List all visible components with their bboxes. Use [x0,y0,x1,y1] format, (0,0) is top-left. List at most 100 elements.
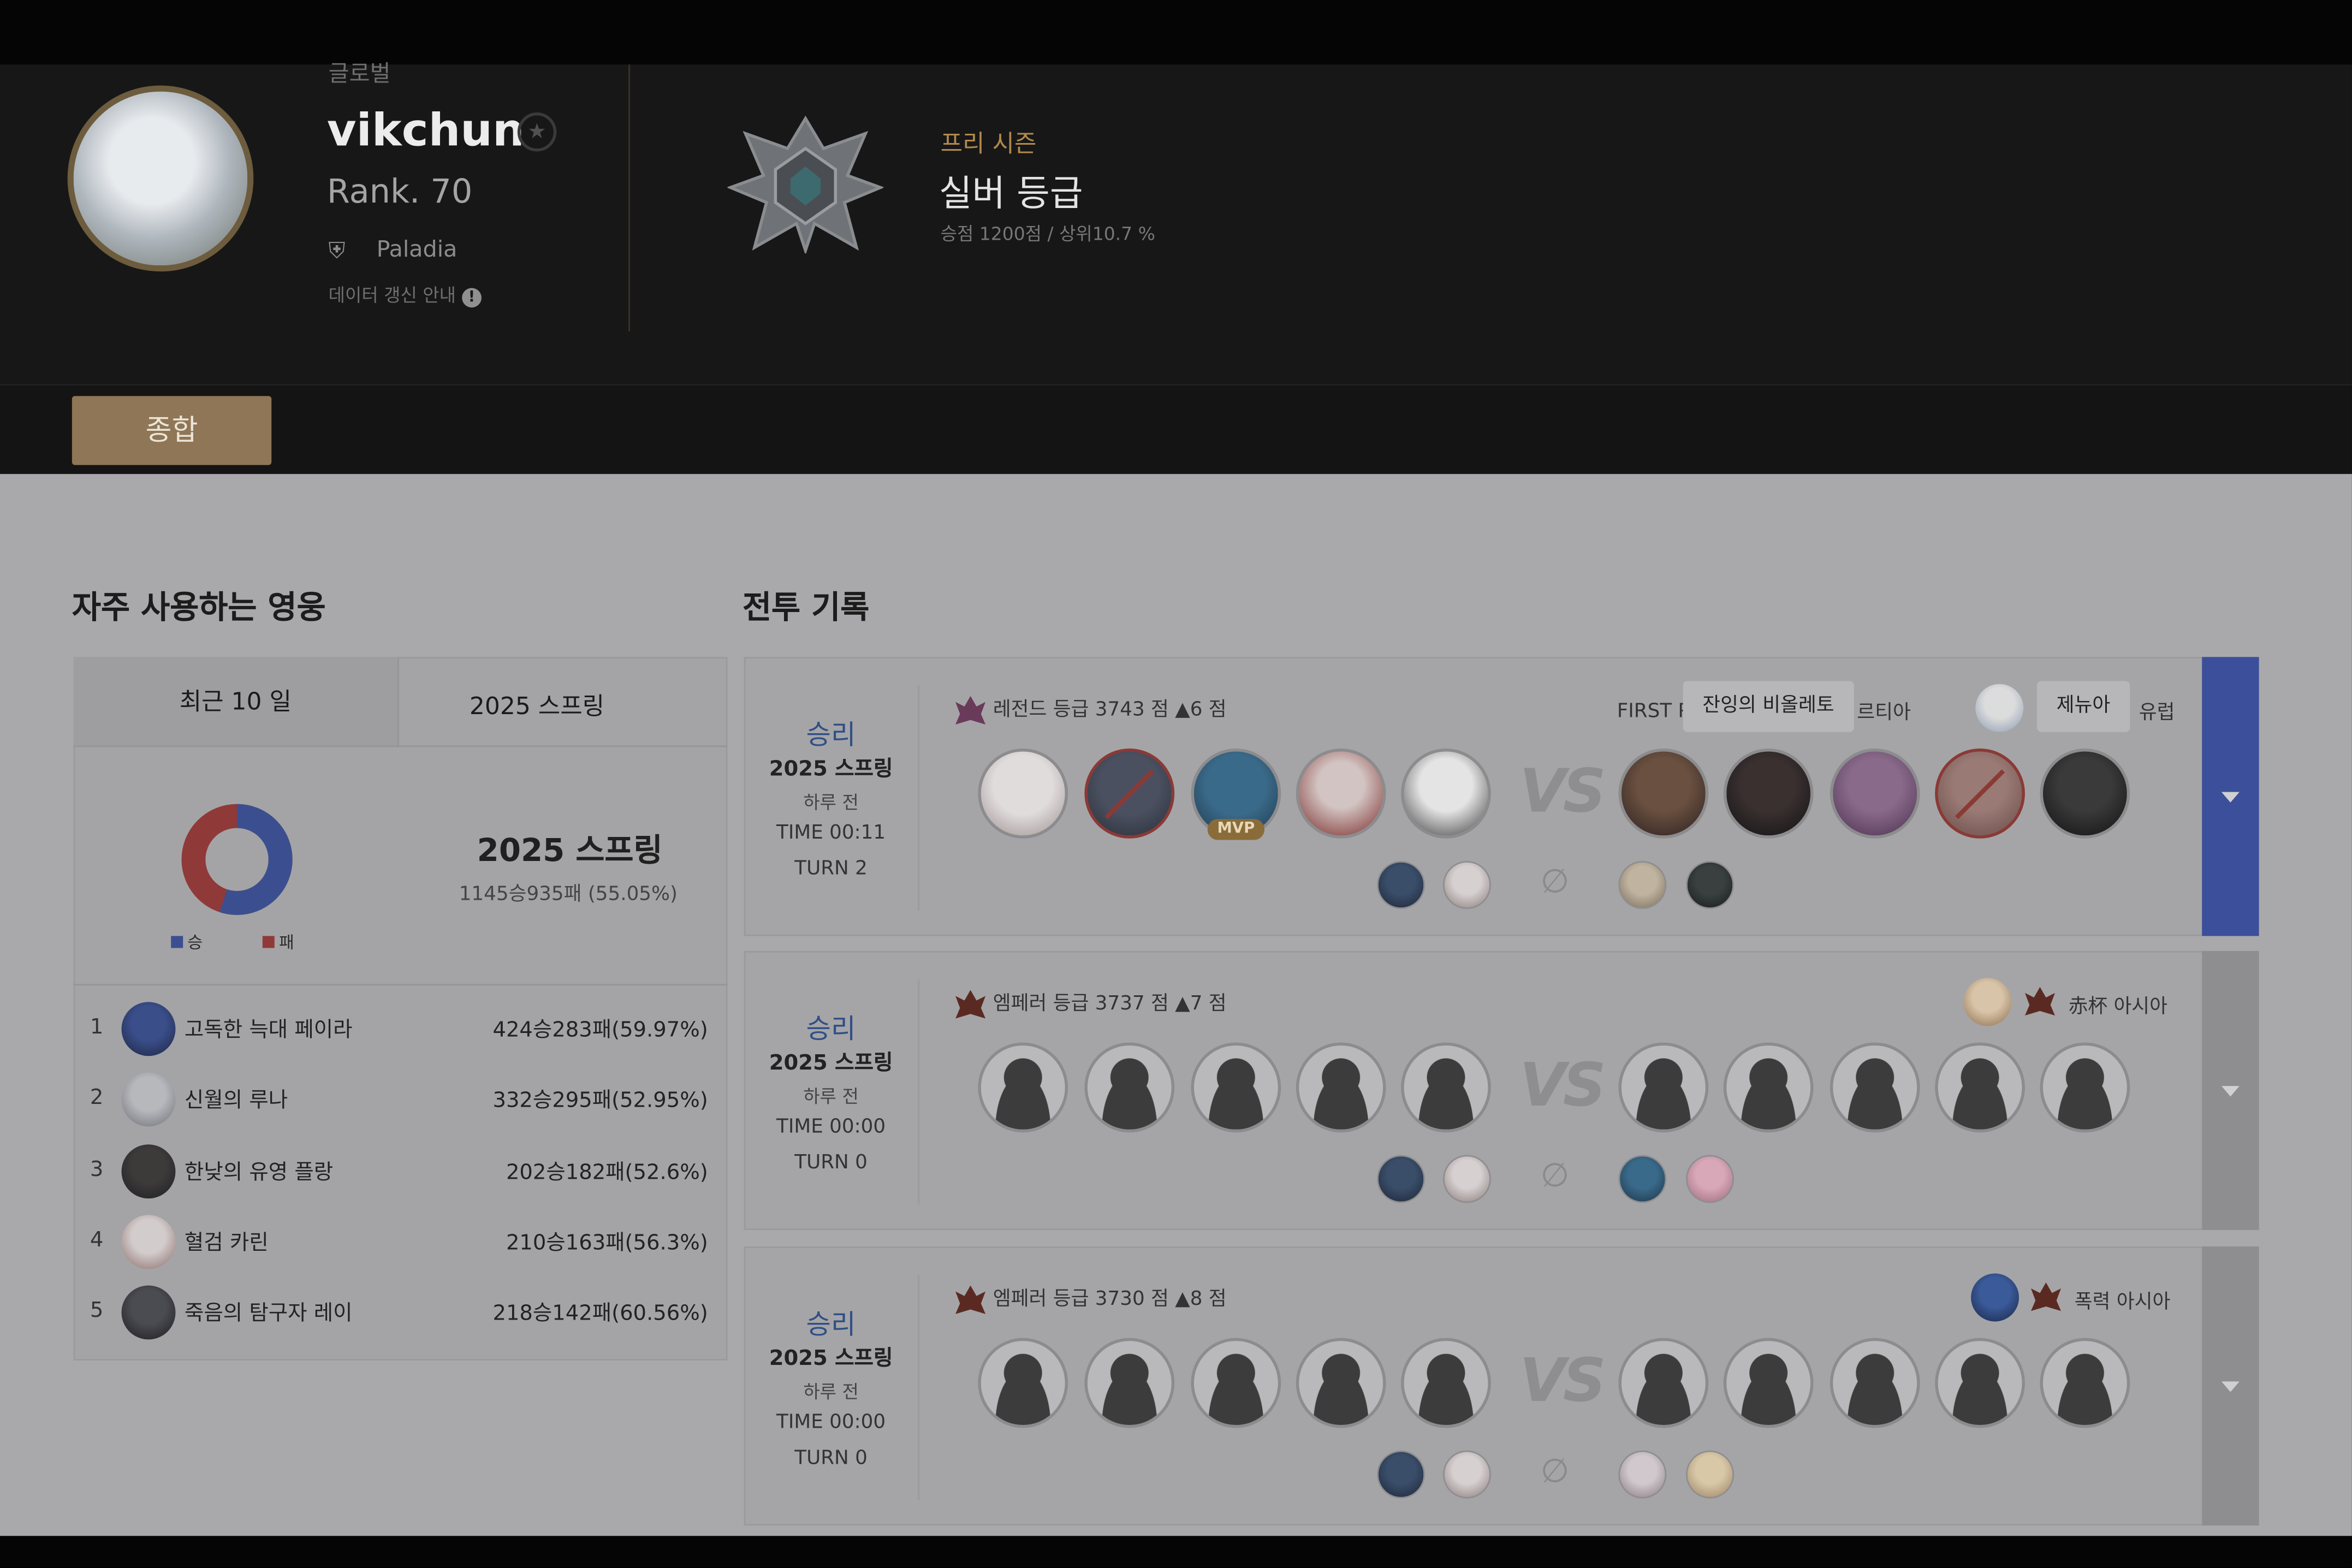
enemy-champion-banned[interactable] [1935,748,2025,839]
battle-time: TIME 00:00 [776,1411,886,1434]
expand-toggle[interactable] [2202,1246,2259,1526]
hero-rank: 5 [90,1299,104,1323]
hero-rank: 4 [90,1228,104,1253]
unknown-champion-icon [1723,1042,1814,1133]
enemy-champion[interactable] [1618,748,1709,839]
emperor-tier-icon [955,989,986,1018]
battle-result: 승리 [806,1309,856,1341]
battle-card[interactable]: 승리 2025 스프링 하루 전 TIME 00:00 TURN 0 엠페러 등… [744,1246,2259,1526]
unknown-champion-icon [1618,1042,1709,1133]
hero-record: 424승283패(59.97%) [492,1018,708,1043]
enemy-sub-champion[interactable] [1618,1450,1667,1499]
expand-toggle[interactable] [2202,951,2259,1230]
hero-avatar [121,1215,176,1269]
hero-row[interactable]: 1 고독한 늑대 페이라 424승283패(59.97%) [74,996,728,1062]
bottom-bar [0,1536,2352,1568]
opponent-name-partial: 르티아 [1857,702,1911,724]
ally-sub-champion[interactable] [1442,1450,1491,1499]
unknown-champion-icon [1191,1042,1281,1133]
ally-champion[interactable] [1401,748,1491,839]
enemy-champion[interactable] [1723,748,1814,839]
hero-record: 210승163패(56.3%) [506,1231,708,1256]
opponent-avatar [1971,1273,2020,1322]
unknown-champion-icon [1935,1042,2025,1133]
enemy-sub-champion[interactable] [1686,861,1734,909]
filter-recent-button[interactable]: 최근 10 일 [73,657,399,746]
ally-sub-champion[interactable] [1442,1155,1491,1203]
legend-loss-label: 패 [279,933,294,953]
header-divider [628,64,630,332]
username: vikchun [326,105,525,158]
legend-tier-icon [955,695,986,724]
filter-row: 최근 10 일 2025 스프링 [73,657,1031,747]
hero-name: 한낮의 유영 플랑 [184,1161,334,1185]
emperor-tier-icon [955,1285,986,1314]
enemy-champion[interactable] [1830,748,1920,839]
tooltip: 잔잉의 비올레토 [1683,681,1854,732]
ally-sub-champion[interactable] [1377,1155,1426,1203]
ally-sub-champion[interactable] [1442,861,1491,909]
hero-record: 218승142패(60.56%) [492,1302,708,1326]
hero-record: 332승295패(52.95%) [492,1089,708,1113]
battle-turn: TURN 2 [794,858,868,881]
summary-record: 1145승935패 (55.05%) [459,883,678,906]
emperor-tier-icon [2030,1282,2061,1311]
unknown-champion-icon [1296,1042,1386,1133]
legend-loss: 패 [262,930,294,954]
enemy-champion[interactable] [2040,748,2130,839]
battle-tier: 엠페러 등급 3737 점 ▲7 점 [954,987,1227,1021]
hero-avatar [121,1285,176,1340]
info-icon[interactable]: ! [461,288,482,308]
battle-when: 하루 전 [803,1086,859,1107]
battle-record-title: 전투 기록 [742,589,870,626]
battle-season: 2025 스프링 [769,1347,893,1371]
battle-tier: 엠페러 등급 3730 점 ▲8 점 [954,1282,1227,1316]
battle-season: 2025 스프링 [769,1051,893,1076]
hero-record: 202승182패(52.6%) [506,1161,708,1185]
hero-rank: 1 [90,1015,104,1040]
enemy-sub-champion[interactable] [1618,1155,1667,1203]
ally-champion-banned[interactable] [1084,748,1175,839]
hero-row[interactable]: 5 죽음의 탐구자 레이 218승142패(60.56%) [74,1280,728,1346]
region-label: 글로벌 [328,60,391,87]
ally-champion[interactable] [978,748,1068,839]
unknown-champion-icon [1830,1338,1920,1428]
enemy-sub-champion[interactable] [1618,861,1667,909]
hero-row[interactable]: 3 한낮의 유영 플랑 202승182패(52.6%) [74,1138,728,1204]
mvp-badge: MVP [1207,819,1265,840]
battle-card[interactable]: 승리 2025 스프링 하루 전 TIME 00:11 TURN 2 레전드 등… [744,657,2259,936]
season-select[interactable]: 2025 스프링 [399,657,1031,745]
emperor-tier-icon [2024,987,2055,1015]
battle-summary: 승리 2025 스프링 하루 전 TIME 00:11 TURN 2 [745,658,916,935]
hero-name: 신월의 루나 [184,1089,288,1113]
battle-turn: TURN 0 [794,1447,868,1470]
unknown-champion-icon [1723,1338,1814,1428]
null-icon: ∅ [1540,1453,1570,1491]
unknown-champion-icon [978,1338,1068,1428]
legend-win: 승 [171,930,203,954]
unknown-champion-icon [2040,1338,2130,1428]
battle-when: 하루 전 [803,1381,859,1403]
enemy-sub-champion[interactable] [1686,1450,1734,1499]
ally-sub-champion[interactable] [1377,861,1426,909]
expand-toggle[interactable] [2202,657,2259,936]
unknown-champion-icon [1084,1338,1175,1428]
legend-loss-swatch [262,936,275,948]
enemy-sub-champion[interactable] [1686,1155,1734,1203]
opponent-avatar [1975,684,2024,732]
favorite-button[interactable]: ★ [517,112,557,152]
guild-name: Paladia [376,235,458,263]
opponent-server: 유럽 [2139,702,2175,724]
data-update-info[interactable]: 데이터 갱신 안내! [329,282,482,308]
silver-tier-emblem-icon [727,115,884,254]
ally-champion[interactable] [1296,748,1386,839]
hero-row[interactable]: 4 혈검 카린 210승163패(56.3%) [74,1209,728,1275]
vs-label: VS [1519,1347,1606,1416]
battle-time: TIME 00:00 [776,1116,886,1139]
battle-card[interactable]: 승리 2025 스프링 하루 전 TIME 00:00 TURN 0 엠페러 등… [744,951,2259,1230]
tooltip: 제뉴아 [2036,681,2130,732]
battle-summary: 승리 2025 스프링 하루 전 TIME 00:00 TURN 0 [745,953,916,1229]
ally-sub-champion[interactable] [1377,1450,1426,1499]
hero-row[interactable]: 2 신월의 루나 332승295패(52.95%) [74,1066,728,1132]
tab-summary[interactable]: 종합 [72,396,272,465]
